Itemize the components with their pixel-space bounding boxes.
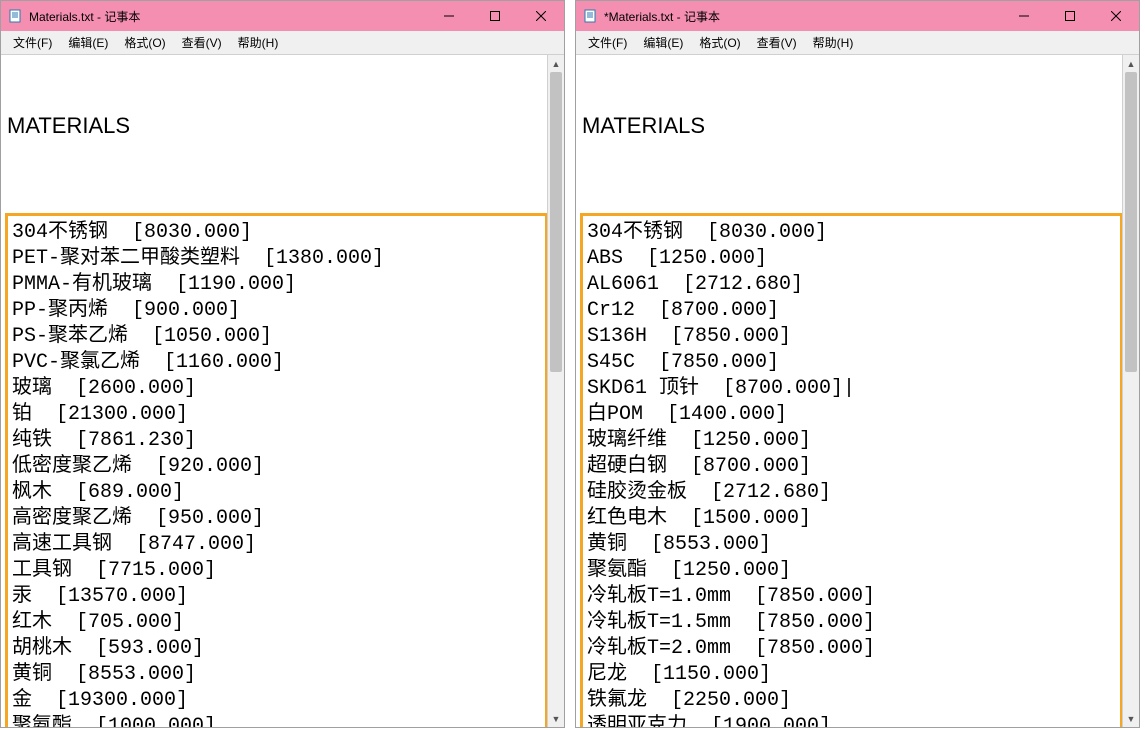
menubar: 文件(F) 编辑(E) 格式(O) 查看(V) 帮助(H) — [576, 31, 1139, 55]
document-icon — [7, 8, 23, 24]
window-title: Materials.txt - 记事本 — [29, 8, 426, 25]
menubar: 文件(F) 编辑(E) 格式(O) 查看(V) 帮助(H) — [1, 31, 564, 55]
menu-file[interactable]: 文件(F) — [580, 32, 635, 53]
scroll-track[interactable] — [548, 72, 564, 710]
scroll-up-icon[interactable]: ▲ — [1123, 55, 1139, 72]
menu-format[interactable]: 格式(O) — [116, 32, 173, 53]
menu-help[interactable]: 帮助(H) — [805, 32, 862, 53]
titlebar[interactable]: *Materials.txt - 记事本 — [576, 1, 1139, 31]
vertical-scrollbar[interactable]: ▲ ▼ — [547, 55, 564, 727]
menu-edit[interactable]: 编辑(E) — [635, 32, 691, 53]
scroll-track[interactable] — [1123, 72, 1139, 710]
notepad-window-left: Materials.txt - 记事本 文件(F) 编辑(E) 格式(O) 查看… — [0, 0, 565, 728]
scroll-down-icon[interactable]: ▼ — [1123, 710, 1139, 727]
heading: MATERIALS — [580, 113, 1123, 139]
scroll-down-icon[interactable]: ▼ — [548, 710, 564, 727]
titlebar[interactable]: Materials.txt - 记事本 — [1, 1, 564, 31]
close-button[interactable] — [518, 1, 564, 31]
maximize-button[interactable] — [1047, 1, 1093, 31]
menu-view[interactable]: 查看(V) — [174, 32, 230, 53]
menu-edit[interactable]: 编辑(E) — [60, 32, 116, 53]
close-button[interactable] — [1093, 1, 1139, 31]
vertical-scrollbar[interactable]: ▲ ▼ — [1122, 55, 1139, 727]
scroll-thumb[interactable] — [1125, 72, 1137, 372]
minimize-button[interactable] — [426, 1, 472, 31]
menu-format[interactable]: 格式(O) — [691, 32, 748, 53]
notepad-window-right: *Materials.txt - 记事本 文件(F) 编辑(E) 格式(O) 查… — [575, 0, 1140, 728]
heading: MATERIALS — [5, 113, 548, 139]
window-controls — [1001, 1, 1139, 31]
document-icon — [582, 8, 598, 24]
text-area[interactable]: MATERIALS 304不锈钢 [8030.000] ABS [1250.00… — [576, 55, 1139, 727]
window-title: *Materials.txt - 记事本 — [604, 8, 1001, 25]
menu-file[interactable]: 文件(F) — [5, 32, 60, 53]
materials-list: 304不锈钢 [8030.000] ABS [1250.000] AL6061 … — [580, 213, 1123, 727]
menu-view[interactable]: 查看(V) — [749, 32, 805, 53]
maximize-button[interactable] — [472, 1, 518, 31]
scroll-thumb[interactable] — [550, 72, 562, 372]
materials-list: 304不锈钢 [8030.000] PET-聚对苯二甲酸类塑料 [1380.00… — [5, 213, 548, 727]
minimize-button[interactable] — [1001, 1, 1047, 31]
window-controls — [426, 1, 564, 31]
text-area[interactable]: MATERIALS 304不锈钢 [8030.000] PET-聚对苯二甲酸类塑… — [1, 55, 564, 727]
scroll-up-icon[interactable]: ▲ — [548, 55, 564, 72]
menu-help[interactable]: 帮助(H) — [230, 32, 287, 53]
